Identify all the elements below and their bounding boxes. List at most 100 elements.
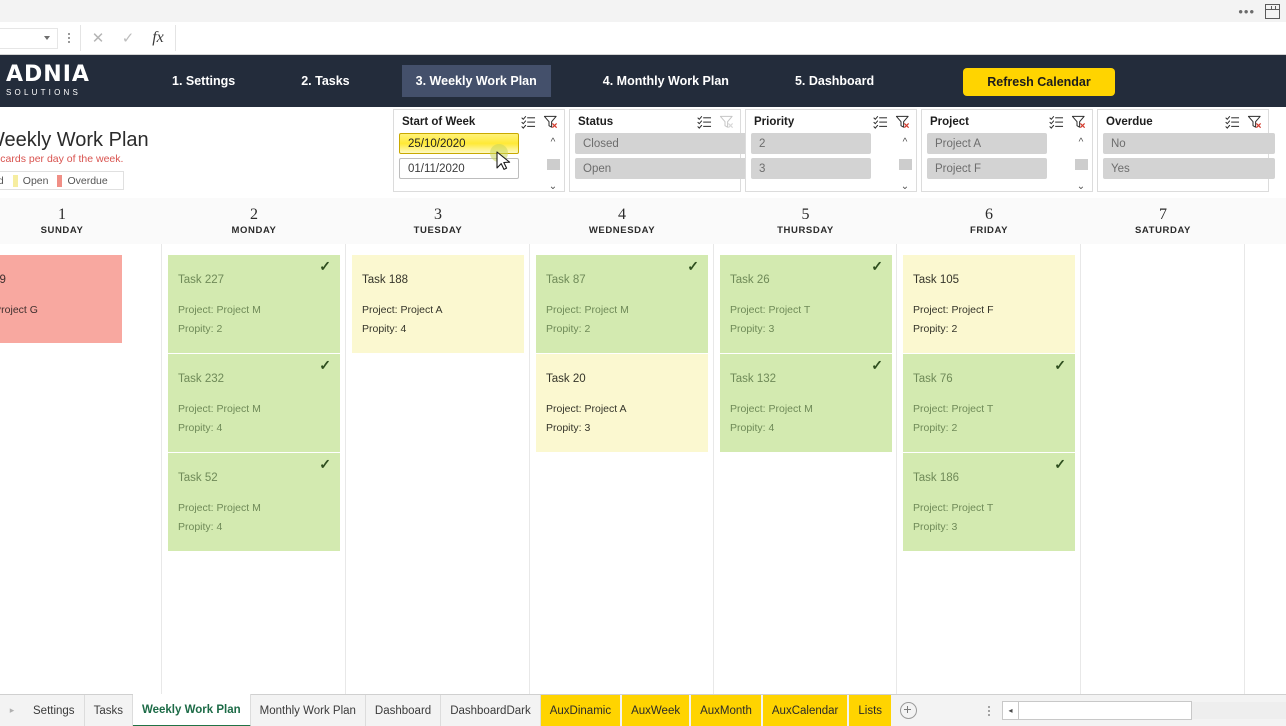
task-card-title: Task 188 (362, 274, 409, 286)
sheet-tab-weekly-work-plan[interactable]: Weekly Work Plan (132, 694, 251, 726)
horizontal-scrollbar[interactable]: ◂ (982, 695, 1286, 726)
task-card[interactable]: Task 76 Project: Project T Propity: 2 ✓ (903, 354, 1075, 452)
confirm-icon[interactable]: ✓ (113, 26, 143, 50)
slicer-scrollbar[interactable]: ^ ⌄ (898, 135, 912, 193)
chevron-down-icon[interactable] (44, 36, 50, 40)
slicer-icon-group (697, 115, 734, 129)
sheet-tab-settings[interactable]: Settings (24, 695, 85, 726)
scroll-left-icon[interactable]: ◂ (1002, 701, 1019, 720)
tab-prev-icon[interactable]: ▸ (0, 695, 24, 726)
slicer-option-label: Closed (583, 137, 619, 150)
task-card[interactable]: Task 186 Project: Project T Propity: 3 ✓ (903, 453, 1075, 551)
scroll-thumb[interactable] (546, 158, 560, 170)
day-header-wednesday: 4 WEDNESDAY (530, 198, 714, 244)
chevron-up-icon[interactable]: ^ (546, 135, 560, 149)
formula-input[interactable] (178, 27, 1286, 49)
chevron-up-icon[interactable]: ^ (1074, 135, 1088, 149)
task-card[interactable]: Task 87 Project: Project M Propity: 2 ✓ (536, 255, 708, 353)
formula-bar-expand-icon[interactable] (62, 33, 76, 43)
multi-select-icon[interactable] (697, 115, 712, 129)
legend-label: Open (22, 174, 49, 187)
nav-item-2-tasks[interactable]: 2. Tasks (287, 66, 363, 96)
slicer-header: Status (570, 110, 740, 133)
slicer-option[interactable]: 2 (751, 133, 871, 154)
sheet-tab-auxdinamic[interactable]: AuxDinamic (540, 695, 623, 726)
task-card[interactable]: sk 229 ject: Project G pity: 2 (0, 255, 122, 343)
slicer-scrollbar[interactable]: ^ ⌄ (546, 135, 560, 193)
task-card[interactable]: Task 188 Project: Project A Propity: 4 (352, 255, 524, 353)
clear-filter-icon[interactable] (719, 115, 734, 129)
checkmark-icon: ✓ (687, 258, 699, 274)
task-card[interactable]: Task 132 Project: Project M Propity: 4 ✓ (720, 354, 892, 452)
multi-select-icon[interactable] (521, 115, 536, 129)
cancel-icon[interactable]: ✕ (83, 26, 113, 50)
slicer-priority: Priority 2 3 ^ ⌄ (745, 109, 917, 192)
clear-filter-icon[interactable] (543, 115, 558, 129)
multi-select-icon[interactable] (873, 115, 888, 129)
name-box[interactable] (0, 27, 58, 49)
sheet-tab-auxweek[interactable]: AuxWeek (622, 695, 692, 726)
task-card[interactable]: Task 20 Project: Project A Propity: 3 (536, 354, 708, 452)
nav-item-1-settings[interactable]: 1. Settings (158, 66, 249, 96)
sheet-tab-auxcalendar[interactable]: AuxCalendar (762, 695, 850, 726)
slicer-icon-group (873, 115, 910, 129)
day-name: THURSDAY (777, 225, 834, 236)
slicer-option[interactable]: 25/10/2020 (399, 133, 519, 154)
task-card-title: Task 20 (546, 373, 586, 385)
task-card-project: Project: Project A (546, 403, 627, 415)
sheet-tab-dashboarddark[interactable]: DashboardDark (441, 695, 541, 726)
slicer-option[interactable]: 3 (751, 158, 871, 179)
slicer-option[interactable]: Closed (575, 133, 747, 154)
slicer-option[interactable]: Project A (927, 133, 1047, 154)
tab-split-handle[interactable] (982, 705, 996, 716)
fx-icon[interactable]: fx (143, 26, 173, 50)
slicer-option[interactable]: No (1103, 133, 1275, 154)
add-sheet-icon[interactable] (893, 695, 923, 726)
sheet-tab-monthly-work-plan[interactable]: Monthly Work Plan (251, 695, 366, 726)
hscroll-track[interactable] (1019, 701, 1192, 720)
chevron-down-icon[interactable]: ⌄ (898, 179, 912, 193)
task-card[interactable]: Task 232 Project: Project M Propity: 4 ✓ (168, 354, 340, 452)
task-card-priority: Propity: 4 (178, 521, 223, 533)
restore-window-icon[interactable] (1265, 3, 1280, 19)
more-options-icon[interactable]: ••• (1238, 5, 1255, 18)
day-header-tuesday: 3 TUESDAY (346, 198, 530, 244)
sheet-tab-lists[interactable]: Lists (849, 695, 894, 726)
slicer-option-label: No (1111, 137, 1126, 150)
day-name: TUESDAY (413, 225, 463, 236)
clear-filter-icon[interactable] (1247, 115, 1262, 129)
chevron-down-icon[interactable]: ⌄ (1074, 179, 1088, 193)
task-card[interactable]: Task 105 Project: Project F Propity: 2 (903, 255, 1075, 353)
nav-item-4-monthly-work-plan[interactable]: 4. Monthly Work Plan (589, 66, 743, 96)
chevron-down-icon[interactable]: ⌄ (546, 179, 560, 193)
task-card[interactable]: Task 227 Project: Project M Propity: 2 ✓ (168, 255, 340, 353)
task-card-project: Project: Project M (178, 502, 261, 514)
clear-filter-icon[interactable] (1071, 115, 1086, 129)
task-card[interactable]: Task 26 Project: Project T Propity: 3 ✓ (720, 255, 892, 353)
slicer-option[interactable]: 01/11/2020 (399, 158, 519, 179)
chevron-up-icon[interactable]: ^ (898, 135, 912, 149)
clear-filter-icon[interactable] (895, 115, 910, 129)
sheet-tab-auxmonth[interactable]: AuxMonth (691, 695, 763, 726)
slicer-scrollbar[interactable]: ^ ⌄ (1074, 135, 1088, 193)
sheet-tab-dashboard[interactable]: Dashboard (366, 695, 442, 726)
slicer-option[interactable]: Open (575, 158, 747, 179)
sheet-tab-bar: ▸ Settings Tasks Weekly Work Plan Monthly W… (0, 694, 1286, 726)
window-title-strip: ••• (0, 0, 1286, 23)
slicer-option[interactable]: Yes (1103, 158, 1275, 179)
refresh-calendar-button[interactable]: Refresh Calendar (963, 68, 1115, 96)
calendar-day-header: 1 SUNDAY 2 MONDAY 3 TUESDAY 4 WEDNESDAY 5 THURSDA… (0, 198, 1286, 245)
nav-item-3-weekly-work-plan[interactable]: 3. Weekly Work Plan (401, 65, 551, 97)
slicer-body: No Yes (1098, 133, 1275, 179)
task-card-project: Project: Project T (730, 304, 811, 316)
task-card[interactable]: Task 52 Project: Project M Propity: 4 ✓ (168, 453, 340, 551)
day-column-tuesday: Task 188 Project: Project A Propity: 4 (346, 244, 530, 695)
nav-item-5-dashboard[interactable]: 5. Dashboard (781, 66, 888, 96)
slicer-icon-group (521, 115, 558, 129)
slicer-option[interactable]: Project F (927, 158, 1047, 179)
multi-select-icon[interactable] (1225, 115, 1240, 129)
sheet-tab-tasks[interactable]: Tasks (85, 695, 133, 726)
scroll-thumb[interactable] (1074, 158, 1088, 170)
scroll-thumb[interactable] (898, 158, 912, 170)
multi-select-icon[interactable] (1049, 115, 1064, 129)
